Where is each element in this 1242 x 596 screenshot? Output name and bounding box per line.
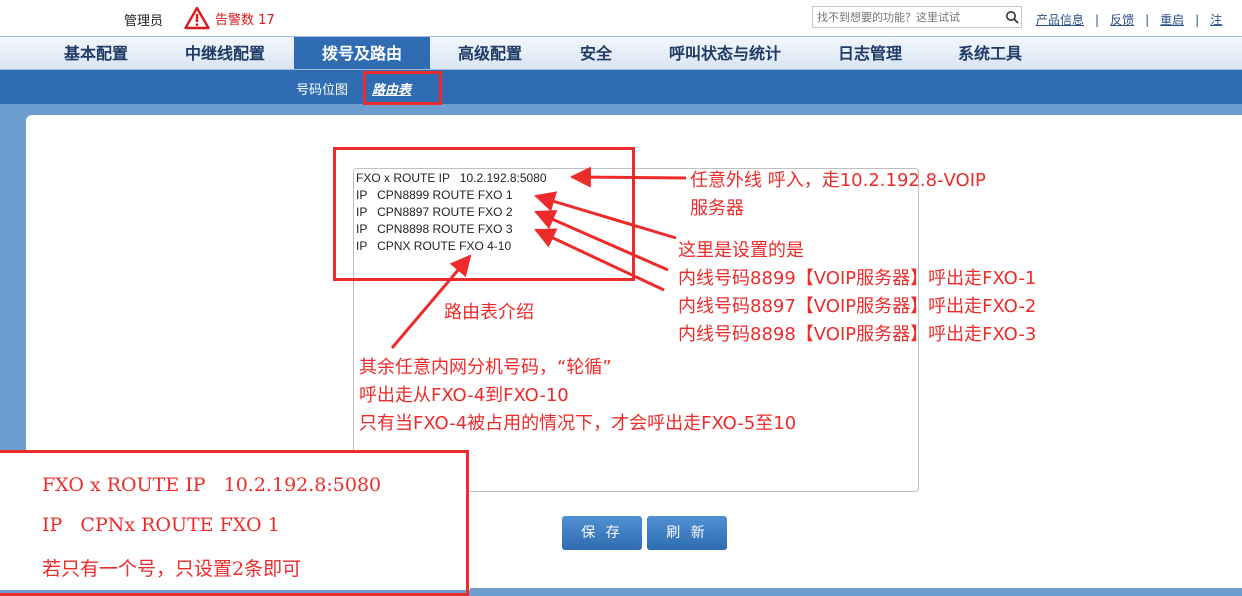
arrow-inbound [569,166,687,188]
bottom-note-box [0,450,469,596]
arrow-round-robin [390,254,472,349]
arrow-rule-1 [533,191,677,240]
